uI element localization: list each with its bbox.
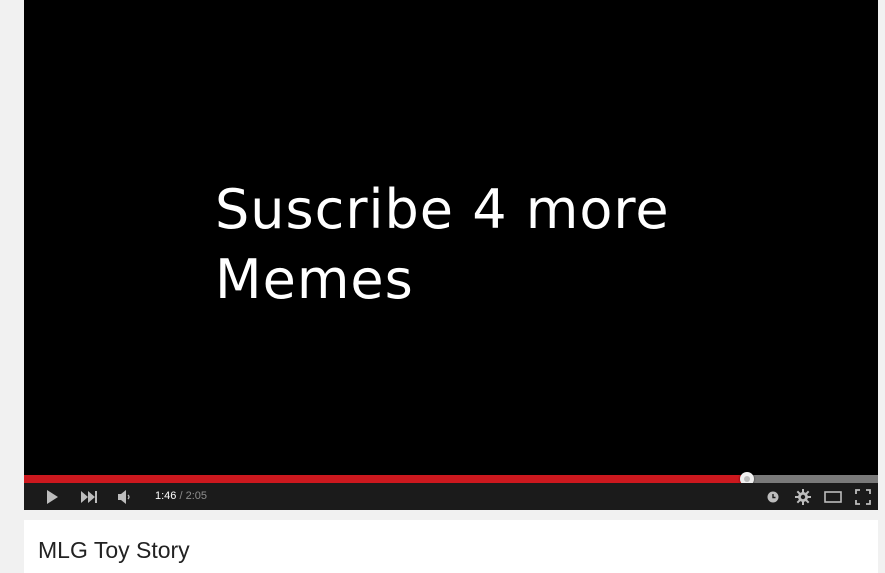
volume-icon (118, 489, 130, 504)
volume-button[interactable] (113, 483, 137, 510)
watch-later-icon (767, 491, 779, 502)
fullscreen-button[interactable] (851, 483, 875, 510)
video-caption: Suscribe 4 more Memes (215, 175, 670, 315)
theater-mode-button[interactable] (821, 483, 845, 510)
fullscreen-icon (855, 488, 871, 505)
next-button[interactable] (76, 483, 102, 510)
progress-bar[interactable] (24, 472, 878, 486)
time-display: 1:46 / 2:05 (155, 483, 207, 510)
next-icon (81, 490, 97, 503)
play-button[interactable] (40, 483, 64, 510)
theater-mode-icon (824, 490, 842, 503)
current-time: 1:46 (155, 490, 177, 502)
settings-icon (795, 488, 811, 505)
caption-line-2: Memes (215, 248, 414, 311)
progress-played (24, 475, 748, 483)
time-separator: / (176, 490, 186, 502)
control-bar: 1:46 / 2:05 (24, 483, 878, 510)
video-player[interactable]: Suscribe 4 more Memes 1:46 / 2:05 (24, 0, 878, 510)
watch-later-button[interactable] (763, 483, 783, 510)
duration: 2:05 (185, 490, 208, 502)
play-icon (47, 489, 58, 504)
video-frame[interactable]: Suscribe 4 more Memes (24, 0, 878, 475)
video-info-panel: MLG Toy Story (24, 520, 878, 573)
settings-button[interactable] (791, 483, 815, 510)
caption-line-1: Suscribe 4 more (215, 178, 670, 241)
video-title: MLG Toy Story (38, 537, 190, 563)
